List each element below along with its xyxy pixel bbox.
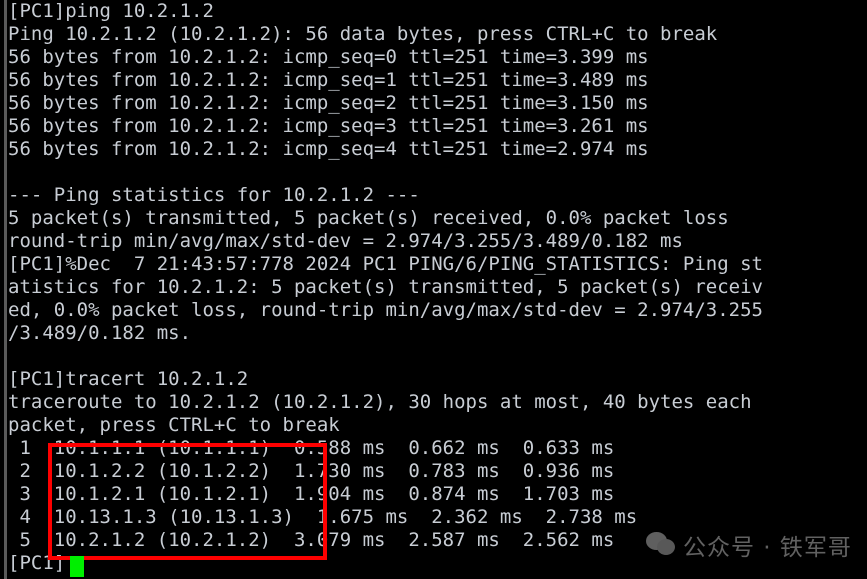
terminal-line: [PC1]tracert 10.2.1.2 <box>8 368 249 390</box>
terminal-line: [PC1]%Dec 7 21:43:57:778 2024 PC1 PING/6… <box>8 253 763 275</box>
terminal-line: round-trip min/avg/max/std-dev = 2.974/3… <box>8 230 683 252</box>
traceroute-hop-row: 5 10.2.1.2 (10.2.1.2) 3.079 ms 2.587 ms … <box>8 529 615 551</box>
terminal-line: 56 bytes from 10.2.1.2: icmp_seq=0 ttl=2… <box>8 46 649 68</box>
terminal-output[interactable]: [PC1]ping 10.2.1.2 Ping 10.2.1.2 (10.2.1… <box>8 0 867 579</box>
terminal-line: 56 bytes from 10.2.1.2: icmp_seq=1 ttl=2… <box>8 69 649 91</box>
terminal-scrollbar[interactable] <box>0 0 8 579</box>
traceroute-hop-row: 2 10.1.2.2 (10.1.2.2) 1.730 ms 0.783 ms … <box>8 460 615 482</box>
terminal-line: 56 bytes from 10.2.1.2: icmp_seq=3 ttl=2… <box>8 115 649 137</box>
traceroute-hop-row: 3 10.1.2.1 (10.1.2.1) 1.904 ms 0.874 ms … <box>8 483 615 505</box>
terminal-line: /3.489/0.182 ms. <box>8 322 192 344</box>
terminal-line: --- Ping statistics for 10.2.1.2 --- <box>8 184 420 206</box>
terminal-line: 56 bytes from 10.2.1.2: icmp_seq=2 ttl=2… <box>8 92 649 114</box>
traceroute-hop-row: 4 10.13.1.3 (10.13.1.3) 1.675 ms 2.362 m… <box>8 506 638 528</box>
scrollbar-track[interactable] <box>4 0 7 579</box>
terminal-line: 56 bytes from 10.2.1.2: icmp_seq=4 ttl=2… <box>8 138 649 160</box>
terminal-line: Ping 10.2.1.2 (10.2.1.2): 56 data bytes,… <box>8 23 718 45</box>
terminal-line: packet, press CTRL+C to break <box>8 414 340 436</box>
terminal-window: [PC1]ping 10.2.1.2 Ping 10.2.1.2 (10.2.1… <box>0 0 867 579</box>
terminal-line: [PC1]ping 10.2.1.2 <box>8 0 214 22</box>
terminal-line: atistics for 10.2.1.2: 5 packet(s) trans… <box>8 276 763 298</box>
terminal-cursor <box>70 556 84 577</box>
terminal-prompt-line[interactable]: [PC1] <box>8 552 867 575</box>
terminal-line: 5 packet(s) transmitted, 5 packet(s) rec… <box>8 207 729 229</box>
terminal-line: traceroute to 10.2.1.2 (10.2.1.2), 30 ho… <box>8 391 752 413</box>
terminal-line: ed, 0.0% packet loss, round-trip min/avg… <box>8 299 763 321</box>
traceroute-hop-row: 1 10.1.1.1 (10.1.1.1) 0.588 ms 0.662 ms … <box>8 437 615 459</box>
